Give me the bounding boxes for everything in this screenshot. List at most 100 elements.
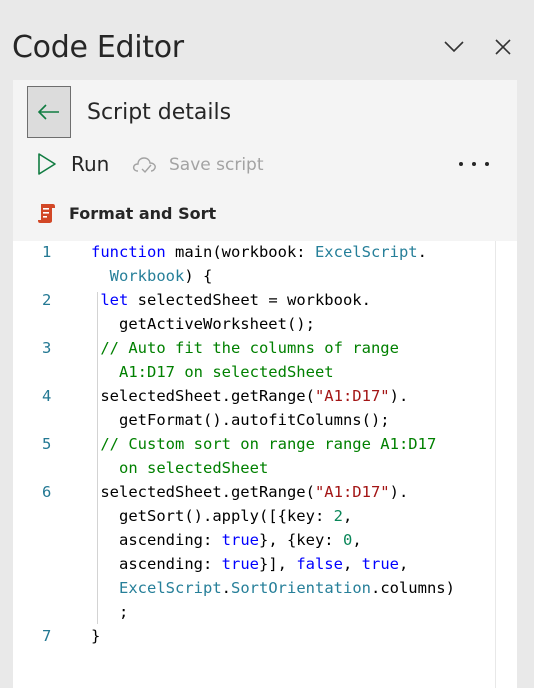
line-number: 3 <box>42 339 52 357</box>
code-line: 6 selectedSheet.getRange("A1:D17"). <box>13 480 517 504</box>
code-line: 1 function main(workbook: ExcelScript. <box>13 240 517 264</box>
script-details-card: Script details Run Save script Format an… <box>13 80 517 688</box>
code-editor-pane: Code Editor Script details Run Save scri… <box>0 0 534 688</box>
code-token: , <box>342 507 353 525</box>
code-line: ExcelScript.SortOrientation.columns) <box>13 576 517 600</box>
code-line: getFormat().autofitColumns(); <box>13 408 517 432</box>
code-token: getSort().apply([{key: <box>91 507 334 525</box>
code-line: Workbook) { <box>13 264 517 288</box>
code-token: getFormat().autofitColumns(); <box>91 411 390 429</box>
code-token: true <box>221 531 259 549</box>
details-title: Script details <box>87 100 232 125</box>
chevron-down-icon <box>444 41 464 53</box>
code-text: // Custom sort on range range A1:D17 <box>91 432 436 456</box>
line-number: 1 <box>42 243 52 261</box>
code-token: 0 <box>342 531 353 549</box>
more-dot <box>472 162 476 166</box>
close-icon <box>495 39 511 55</box>
code-token: let <box>100 291 129 309</box>
code-text: ; <box>91 600 128 624</box>
code-token: ascending: <box>91 555 222 573</box>
code-text: A1:D17 on selectedSheet <box>91 360 334 384</box>
pane-title: Code Editor <box>12 30 184 65</box>
code-token: // Custom sort on range range A1:D17 <box>91 435 437 453</box>
cloud-save-icon <box>132 157 156 174</box>
run-button[interactable]: Run <box>37 152 109 176</box>
code-token: , <box>398 555 409 573</box>
code-token: . <box>417 243 427 261</box>
more-dot <box>485 162 489 166</box>
code-text: getSort().apply([{key: 2, <box>91 504 352 528</box>
code-line: 2 let selectedSheet = workbook. <box>13 288 517 312</box>
code-line: 5 // Custom sort on range range A1:D17 <box>13 432 517 456</box>
code-token: . <box>221 579 231 597</box>
code-token: "A1:D17" <box>314 483 390 501</box>
code-editor[interactable]: 1 function main(workbook: ExcelScript. Wo… <box>13 241 517 688</box>
code-token: selectedSheet.getRange( <box>91 483 315 501</box>
code-token: 2 <box>333 507 343 525</box>
arrow-left-icon <box>37 104 59 120</box>
code-line: on selectedSheet <box>13 456 517 480</box>
code-line: 4 selectedSheet.getRange("A1:D17"). <box>13 384 517 408</box>
code-line: ascending: true}], false, true, <box>13 552 517 576</box>
code-token: false <box>296 555 343 573</box>
save-script-label: Save script <box>169 155 264 175</box>
code-token: , <box>352 531 362 549</box>
code-token: "A1:D17" <box>314 387 390 405</box>
close-button[interactable] <box>490 34 516 60</box>
code-line: ; <box>13 600 517 624</box>
collapse-button[interactable] <box>441 34 467 60</box>
script-name: Format and Sort <box>69 203 217 223</box>
code-line: ascending: true}, {key: 0, <box>13 528 517 552</box>
code-line: 7} <box>13 624 517 648</box>
code-token: ascending: <box>91 531 222 549</box>
code-text: getFormat().autofitColumns(); <box>91 408 390 432</box>
code-text: ExcelScript.SortOrientation.columns) <box>91 576 455 600</box>
code-text: selectedSheet.getRange("A1:D17"). <box>91 480 408 504</box>
script-name-row: Format and Sort <box>37 202 216 224</box>
code-token: true <box>361 555 399 573</box>
code-token: selectedSheet = workbook. <box>128 291 371 309</box>
code-token: function <box>91 243 166 261</box>
code-token: ExcelScript <box>119 579 222 597</box>
code-text: let selectedSheet = workbook. <box>91 288 371 312</box>
more-options-button[interactable] <box>459 152 489 176</box>
code-token: getActiveWorksheet(); <box>91 315 315 333</box>
code-token: SortOrientation <box>231 579 371 597</box>
code-token: selectedSheet.getRange( <box>91 387 315 405</box>
code-text: } <box>91 624 100 648</box>
code-token: ). <box>389 483 409 501</box>
code-token: }], <box>258 555 297 573</box>
code-token: .columns) <box>370 579 455 597</box>
code-token: // Auto fit the columns of range <box>91 339 399 357</box>
line-number: 2 <box>42 291 52 309</box>
line-number: 4 <box>42 387 52 405</box>
code-token: ExcelScript <box>314 243 418 261</box>
code-token: on selectedSheet <box>91 459 269 477</box>
code-token: ). <box>389 387 409 405</box>
code-token: ; <box>91 603 129 621</box>
line-number: 7 <box>42 627 52 645</box>
code-token: true <box>221 555 259 573</box>
code-token: ) { <box>184 267 213 285</box>
code-line: 3 // Auto fit the columns of range <box>13 336 517 360</box>
line-number: 6 <box>42 483 52 501</box>
code-text: on selectedSheet <box>91 456 268 480</box>
save-script-button[interactable]: Save script <box>131 154 264 176</box>
line-number: 5 <box>42 435 52 453</box>
code-line: A1:D17 on selectedSheet <box>13 360 517 384</box>
code-text: Workbook) { <box>91 264 213 288</box>
code-text: function main(workbook: ExcelScript. <box>91 240 427 264</box>
code-text: ascending: true}, {key: 0, <box>91 528 362 552</box>
code-line: getActiveWorksheet(); <box>13 312 517 336</box>
code-text: getActiveWorksheet(); <box>91 312 315 336</box>
code-text: ascending: true}], false, true, <box>91 552 408 576</box>
back-button[interactable] <box>27 86 71 138</box>
code-line: getSort().apply([{key: 2, <box>13 504 517 528</box>
more-options-icon <box>459 162 463 166</box>
run-label: Run <box>71 152 110 176</box>
code-token: A1:D17 on selectedSheet <box>91 363 334 381</box>
script-icon <box>38 204 55 223</box>
